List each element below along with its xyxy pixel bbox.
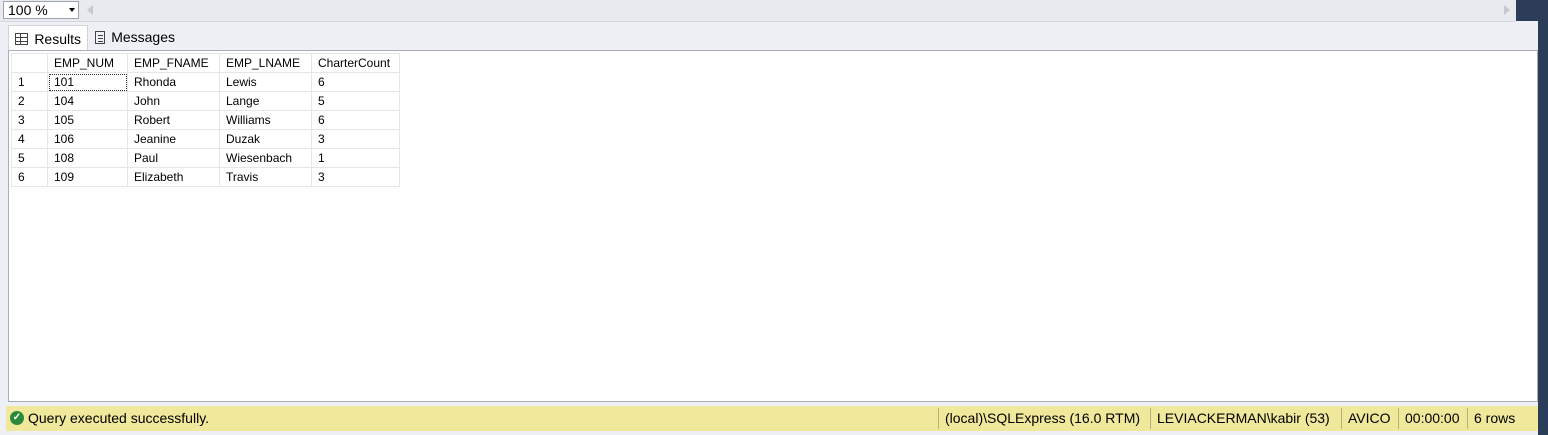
column-header-emp-fname[interactable]: EMP_FNAME (127, 53, 220, 73)
table-row: 2 104 John Lange 5 (11, 91, 400, 111)
row-number[interactable]: 3 (11, 110, 48, 130)
cell-charter-count[interactable]: 3 (311, 167, 400, 187)
cell-emp-fname[interactable]: Rhonda (127, 72, 220, 92)
messages-icon (95, 30, 106, 44)
tab-results[interactable]: Results (8, 25, 88, 51)
cell-emp-lname[interactable]: Lange (219, 91, 312, 111)
column-header-emp-lname[interactable]: EMP_LNAME (219, 53, 312, 73)
status-user: LEVIACKERMAN\kabir (53) (1157, 410, 1330, 426)
tab-results-label: Results (34, 30, 81, 47)
cell-emp-num[interactable]: 104 (47, 91, 128, 111)
grid-icon (15, 32, 29, 45)
success-check-icon: ✓ (10, 411, 24, 425)
row-number[interactable]: 4 (11, 129, 48, 149)
row-number[interactable]: 1 (11, 72, 48, 92)
scroll-left-icon[interactable] (87, 5, 93, 15)
results-grid: EMP_NUM EMP_FNAME EMP_LNAME CharterCount… (11, 53, 400, 187)
zoom-value: 100 % (8, 2, 48, 18)
column-header-charter-count[interactable]: CharterCount (311, 53, 400, 73)
table-row: 3 105 Robert Williams 6 (11, 110, 400, 130)
status-separator (1467, 408, 1468, 429)
cell-emp-num[interactable]: 109 (47, 167, 128, 187)
cell-charter-count[interactable]: 6 (311, 110, 400, 130)
column-header-emp-num[interactable]: EMP_NUM (47, 53, 128, 73)
zoom-toolbar: 100 % (0, 0, 1516, 22)
table-row: 6 109 Elizabeth Travis 3 (11, 167, 400, 187)
cell-emp-fname[interactable]: John (127, 91, 220, 111)
tab-messages-label: Messages (111, 29, 175, 45)
status-separator (1150, 408, 1151, 429)
table-row: 4 106 Jeanine Duzak 3 (11, 129, 400, 149)
status-row-count: 6 rows (1474, 410, 1516, 426)
table-row: 1 101 Rhonda Lewis 6 (11, 72, 400, 92)
column-header-rownum[interactable] (11, 53, 48, 73)
cell-emp-num[interactable]: 101 (47, 72, 128, 92)
results-grid-panel[interactable]: EMP_NUM EMP_FNAME EMP_LNAME CharterCount… (8, 50, 1538, 402)
cell-emp-fname[interactable]: Robert (127, 110, 220, 130)
cell-emp-lname[interactable]: Lewis (219, 72, 312, 92)
cell-emp-fname[interactable]: Elizabeth (127, 167, 220, 187)
cell-emp-fname[interactable]: Jeanine (127, 129, 220, 149)
row-number[interactable]: 5 (11, 148, 48, 168)
results-tabs: Results Messages (0, 22, 1538, 51)
cell-charter-count[interactable]: 5 (311, 91, 400, 111)
tab-messages[interactable]: Messages (89, 25, 181, 49)
cell-emp-num[interactable]: 108 (47, 148, 128, 168)
cell-emp-num[interactable]: 105 (47, 110, 128, 130)
cell-charter-count[interactable]: 1 (311, 148, 400, 168)
zoom-dropdown[interactable]: 100 % (3, 1, 79, 19)
scroll-right-icon[interactable] (1504, 5, 1510, 15)
header-row: EMP_NUM EMP_FNAME EMP_LNAME CharterCount (11, 53, 400, 73)
table-row: 5 108 Paul Wiesenbach 1 (11, 148, 400, 168)
status-separator (1398, 408, 1399, 429)
status-separator (938, 408, 939, 429)
window-edge (1516, 0, 1548, 21)
cell-emp-lname[interactable]: Duzak (219, 129, 312, 149)
cell-charter-count[interactable]: 3 (311, 129, 400, 149)
status-server: (local)\SQLExpress (16.0 RTM) (945, 410, 1141, 426)
row-number[interactable]: 2 (11, 91, 48, 111)
cell-charter-count[interactable]: 6 (311, 72, 400, 92)
status-elapsed: 00:00:00 (1405, 410, 1460, 426)
row-number[interactable]: 6 (11, 167, 48, 187)
status-database: AVICO (1348, 410, 1391, 426)
window-edge-right (1538, 21, 1548, 435)
chevron-down-icon (69, 8, 75, 12)
status-message: Query executed successfully. (28, 410, 210, 426)
cell-emp-lname[interactable]: Travis (219, 167, 312, 187)
cell-emp-num[interactable]: 106 (47, 129, 128, 149)
cell-emp-lname[interactable]: Wiesenbach (219, 148, 312, 168)
status-separator (1341, 408, 1342, 429)
status-bar: ✓ Query executed successfully. (local)\S… (6, 406, 1538, 431)
results-pane: 100 % Results Messages EMP_NUM EMP_FNAME… (0, 0, 1548, 435)
cell-emp-fname[interactable]: Paul (127, 148, 220, 168)
cell-emp-lname[interactable]: Williams (219, 110, 312, 130)
